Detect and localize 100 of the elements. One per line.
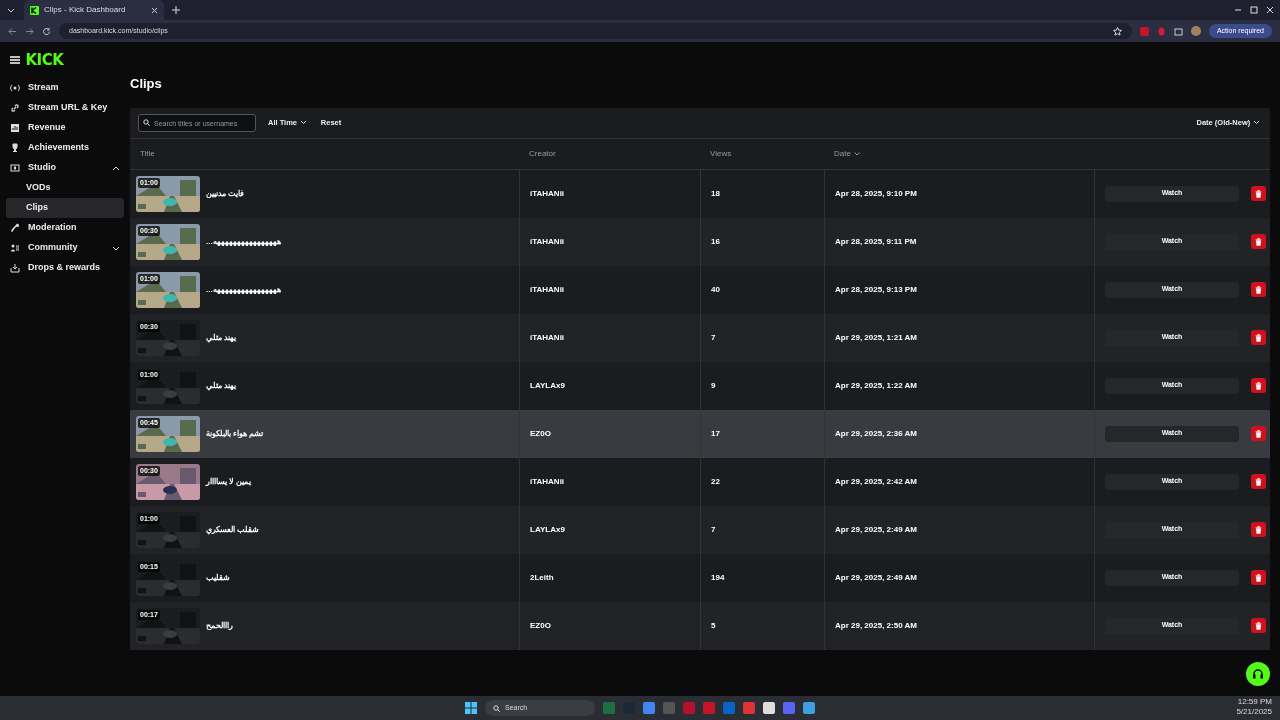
sidebar-item[interactable]: Revenue [6, 118, 124, 138]
creator-name: iTAHANii [530, 475, 565, 488]
column-header: Views [710, 148, 732, 158]
clock-time: 12:59 PM [1236, 697, 1272, 708]
creator-name: LAYLAx9 [530, 379, 565, 392]
view-count: 7 [711, 523, 716, 536]
delete-button[interactable] [1251, 330, 1266, 345]
clip-date: Apr 29, 2025, 2:49 AM [835, 523, 917, 536]
close-icon[interactable] [1266, 6, 1274, 14]
creator-name: iTAHANii [530, 187, 565, 200]
clip-date: Apr 29, 2025, 2:49 AM [835, 571, 917, 584]
chart-icon [10, 123, 20, 133]
view-count: 16 [711, 235, 720, 248]
sidebar-item[interactable]: VODs [6, 178, 124, 198]
film-icon [10, 163, 20, 173]
star-icon[interactable] [1112, 26, 1122, 36]
close-icon[interactable] [151, 6, 158, 14]
creator-name: 2Leith [530, 571, 554, 584]
clip-date: Apr 28, 2025, 9:10 PM [835, 187, 917, 200]
search-icon [493, 704, 500, 712]
menu-icon[interactable] [10, 56, 20, 64]
view-count: 40 [711, 283, 720, 296]
clip-date: Apr 28, 2025, 9:11 PM [835, 235, 917, 248]
new-tab-icon[interactable] [172, 6, 180, 14]
minimize-icon[interactable] [1234, 6, 1242, 14]
creator-name: EZ0O [530, 427, 551, 440]
clip-title: رااالحمح [206, 619, 233, 632]
back-icon[interactable] [8, 26, 17, 36]
sidebar-item[interactable]: Drops & rewards [6, 258, 124, 278]
sidebar-item[interactable]: Stream URL & Key [6, 98, 124, 118]
clock-date: 5/21/2025 [1236, 707, 1272, 718]
sidebar-item[interactable]: Moderation [6, 218, 124, 238]
browser-tab[interactable]: Clips - Kick Dashboard [24, 0, 164, 20]
sidebar-item[interactable]: Community [6, 238, 124, 258]
clip-date: Apr 28, 2025, 9:13 PM [835, 283, 917, 296]
creator-name: iTAHANii [530, 331, 565, 344]
clip-title: شقلب العسكري [206, 523, 260, 536]
creator-name: EZ0O [530, 619, 551, 632]
delete-button[interactable] [1251, 426, 1266, 441]
profile-icon[interactable] [1190, 26, 1201, 36]
trash-icon [1255, 381, 1262, 390]
sidebar-item[interactable]: Studio [6, 158, 124, 178]
search-icon [143, 119, 150, 126]
column-header: Title [140, 148, 155, 158]
clip-date: Apr 29, 2025, 2:42 AM [835, 475, 917, 488]
trophy-icon [10, 143, 20, 153]
reload-icon[interactable] [42, 26, 51, 36]
app-icon[interactable] [803, 702, 815, 714]
creator-name: iTAHANii [530, 235, 565, 248]
clip-date: Apr 29, 2025, 2:36 AM [835, 427, 917, 440]
trash-icon [1255, 621, 1262, 630]
clip-title: فايت مدنيين [206, 187, 245, 200]
logo[interactable]: KICK [25, 48, 64, 72]
delete-button[interactable] [1251, 378, 1266, 393]
link-icon [10, 103, 20, 113]
delete-button[interactable] [1251, 186, 1266, 201]
app-icon[interactable] [643, 702, 655, 714]
creator-name: LAYLAx9 [530, 523, 565, 536]
delete-button[interactable] [1251, 522, 1266, 537]
trash-icon [1255, 429, 1262, 438]
delete-button[interactable] [1251, 618, 1266, 633]
headset-icon [1252, 668, 1264, 680]
support-button[interactable] [1246, 662, 1270, 686]
view-count: 9 [711, 379, 716, 392]
wrench-icon [10, 223, 20, 233]
delete-button[interactable] [1251, 282, 1266, 297]
delete-button[interactable] [1251, 570, 1266, 585]
app-icon[interactable] [763, 702, 775, 714]
view-count: 22 [711, 475, 720, 488]
sort-caret-icon [853, 151, 860, 156]
expand-icon[interactable] [112, 245, 120, 251]
sidebar-item[interactable]: Achievements [6, 138, 124, 158]
page-title: Clips [130, 75, 163, 93]
forward-icon[interactable] [25, 26, 34, 36]
clip-title: شقليب [206, 571, 230, 584]
tab-title: Clips - Kick Dashboard [44, 4, 127, 16]
column-header[interactable]: Date [834, 147, 851, 160]
view-count: 5 [711, 619, 716, 632]
creator-name: iTAHANii [530, 283, 565, 296]
trash-icon [1255, 189, 1262, 198]
view-count: 7 [711, 331, 716, 344]
sidebar-item[interactable]: Clips [6, 198, 124, 218]
sidebar-item[interactable]: Stream [6, 78, 124, 98]
clip-title: ههههههههههههههههه... [206, 235, 281, 248]
stream-icon [10, 83, 20, 93]
trash-icon [1255, 237, 1262, 246]
maximize-icon[interactable] [1250, 6, 1258, 14]
delete-button[interactable] [1251, 474, 1266, 489]
clip-date: Apr 29, 2025, 1:22 AM [835, 379, 917, 392]
clip-title: يمين لا يساااار [206, 475, 252, 488]
column-header: Creator [529, 148, 556, 158]
kick-favicon-icon [30, 5, 39, 15]
caret-icon [299, 120, 307, 125]
view-count: 194 [711, 571, 725, 584]
delete-button[interactable] [1251, 234, 1266, 249]
trash-icon [1255, 477, 1262, 486]
windows-start-icon[interactable] [465, 702, 477, 714]
clip-title: يهند مثلي [206, 331, 237, 344]
trash-icon [1255, 333, 1262, 342]
collapse-icon[interactable] [112, 165, 120, 171]
